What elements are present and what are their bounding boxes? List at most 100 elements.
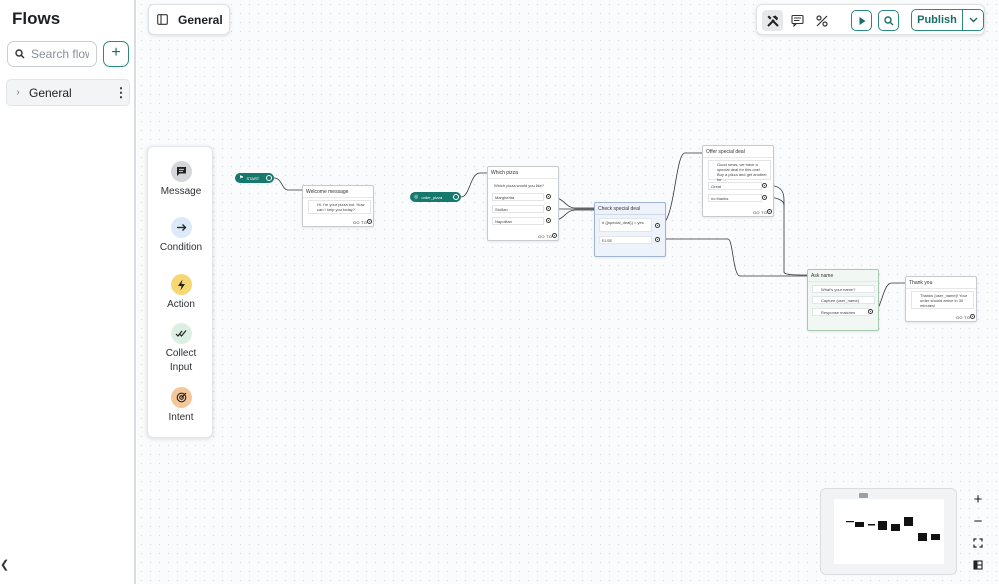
capture-field: Capture {user_name} bbox=[812, 296, 875, 304]
output-port[interactable] bbox=[655, 223, 660, 228]
palette-message[interactable]: Message bbox=[148, 161, 214, 199]
find-button[interactable] bbox=[878, 10, 899, 31]
target-icon bbox=[170, 387, 192, 408]
goto-label: GO TO bbox=[353, 220, 368, 225]
node-welcome-message[interactable]: Welcome message Hi, I'm your pizza bot. … bbox=[302, 185, 374, 227]
node-title: Which pizza bbox=[488, 167, 558, 179]
output-port[interactable] bbox=[546, 194, 551, 199]
option-sicilian: Sicilian bbox=[492, 205, 544, 213]
layout-button[interactable] bbox=[966, 554, 990, 576]
intent-port[interactable] bbox=[453, 194, 459, 200]
zoom-in-button[interactable]: + bbox=[966, 488, 990, 510]
publish-options-button[interactable] bbox=[962, 9, 984, 31]
start-label: START bbox=[246, 175, 260, 181]
output-port[interactable] bbox=[970, 314, 975, 319]
goto-label: GO TO bbox=[538, 234, 553, 239]
collapse-sidebar-icon[interactable]: ❮ bbox=[0, 558, 9, 572]
output-port[interactable] bbox=[552, 233, 557, 238]
minimap-nodes bbox=[846, 517, 940, 541]
goto-label: GO TO bbox=[753, 210, 768, 215]
option-margherita: Margherita bbox=[492, 193, 544, 201]
output-port[interactable] bbox=[868, 309, 873, 314]
add-flow-button[interactable]: + bbox=[103, 41, 129, 67]
node-title: Offer special deal bbox=[703, 146, 773, 158]
chevron-right-icon[interactable]: › bbox=[7, 87, 29, 98]
minimap[interactable] bbox=[820, 488, 957, 575]
layout-icon bbox=[973, 560, 983, 570]
start-port[interactable] bbox=[266, 175, 272, 181]
message-bubble: Thanks {user_name}! Your order should ar… bbox=[911, 291, 974, 309]
option-great: Great bbox=[708, 182, 762, 190]
flow-item-general[interactable]: › General ⋮ bbox=[6, 79, 130, 106]
node-ask-name[interactable]: Ask name What's your name? Capture {user… bbox=[807, 269, 879, 331]
palette-condition[interactable]: Condition bbox=[148, 217, 214, 255]
flow-item-label: General bbox=[29, 85, 72, 100]
node-check-special-deal[interactable]: Check special deal # {{special_deal}} = … bbox=[594, 202, 666, 257]
minimap-handle[interactable] bbox=[859, 493, 868, 498]
option-napolitan: Napolitan bbox=[492, 217, 544, 225]
variables-button[interactable] bbox=[811, 10, 832, 31]
percent-icon bbox=[815, 14, 828, 27]
comments-button[interactable] bbox=[787, 10, 808, 31]
fit-view-button[interactable] bbox=[966, 532, 990, 554]
publish-button[interactable]: Publish bbox=[911, 9, 962, 31]
palette-label: Action bbox=[167, 299, 195, 310]
run-button[interactable] bbox=[851, 10, 872, 31]
node-palette: Message Condition Action Collect Input I… bbox=[147, 146, 213, 438]
start-node[interactable]: ⚑ START bbox=[235, 173, 274, 183]
output-port[interactable] bbox=[546, 218, 551, 223]
search-input[interactable] bbox=[31, 47, 89, 61]
sidebar-title: Flows bbox=[12, 9, 61, 28]
goto-label: GO TO bbox=[956, 315, 971, 320]
node-title: Thank you bbox=[906, 277, 976, 289]
intent-label: order_pizza bbox=[421, 194, 443, 200]
flag-icon: ⚑ bbox=[239, 175, 244, 181]
search-icon bbox=[15, 49, 25, 59]
question-text: Which pizza would you like? bbox=[492, 182, 554, 189]
comment-icon bbox=[791, 14, 804, 27]
chevron-down-icon bbox=[969, 17, 977, 23]
output-port[interactable] bbox=[762, 183, 767, 188]
message-icon bbox=[170, 161, 192, 182]
option-no-thanks: no thanks bbox=[708, 194, 762, 202]
palette-intent[interactable]: Intent bbox=[148, 387, 214, 425]
palette-action[interactable]: Action bbox=[148, 274, 214, 312]
node-title: Ask name bbox=[808, 270, 878, 282]
node-offer-special-deal[interactable]: Offer special deal Good news, we have a … bbox=[702, 145, 774, 217]
fit-view-icon bbox=[973, 538, 983, 548]
output-port[interactable] bbox=[762, 195, 767, 200]
node-thank-you[interactable]: Thank you Thanks {user_name}! Your order… bbox=[905, 276, 977, 322]
palette-collect-input[interactable]: Collect Input bbox=[148, 323, 214, 375]
more-options-icon[interactable]: ⋮ bbox=[113, 86, 129, 99]
palette-label: Collect Input bbox=[165, 348, 197, 373]
sidebar-toggle-icon[interactable] bbox=[157, 14, 168, 25]
output-port[interactable] bbox=[655, 237, 660, 242]
intent-trigger-node[interactable]: ◎ order_pizza bbox=[410, 192, 461, 202]
tools-icon bbox=[766, 15, 779, 27]
output-port[interactable] bbox=[367, 219, 372, 224]
flow-title: General bbox=[178, 12, 223, 27]
else-label: ELSE bbox=[599, 236, 652, 244]
zoom-controls: + − bbox=[966, 488, 990, 576]
output-port[interactable] bbox=[767, 209, 772, 214]
search-icon bbox=[883, 15, 893, 25]
minimap-viewport bbox=[834, 499, 944, 564]
question-text: What's your name? bbox=[812, 285, 875, 293]
message-bubble: Hi, I'm your pizza bot. How can I help y… bbox=[308, 200, 371, 214]
node-which-pizza[interactable]: Which pizza Which pizza would you like? … bbox=[487, 166, 559, 241]
output-port[interactable] bbox=[546, 206, 551, 211]
node-title: Welcome message bbox=[303, 186, 373, 198]
flows-sidebar: Flows + › General ⋮ ❮ bbox=[0, 0, 136, 584]
palette-label: Condition bbox=[159, 242, 203, 253]
message-bubble: Good news, we have a special deal for th… bbox=[708, 160, 771, 182]
node-title: Check special deal bbox=[595, 203, 665, 215]
play-icon bbox=[859, 16, 865, 25]
palette-label: Intent bbox=[168, 412, 194, 423]
tools-button[interactable] bbox=[762, 10, 783, 31]
target-icon: ◎ bbox=[414, 194, 419, 200]
double-check-icon bbox=[170, 323, 192, 344]
zoom-out-button[interactable]: − bbox=[966, 510, 990, 532]
response-matches: Response matches bbox=[812, 308, 869, 316]
palette-label: Message bbox=[160, 186, 202, 197]
search-flows[interactable] bbox=[7, 41, 97, 67]
